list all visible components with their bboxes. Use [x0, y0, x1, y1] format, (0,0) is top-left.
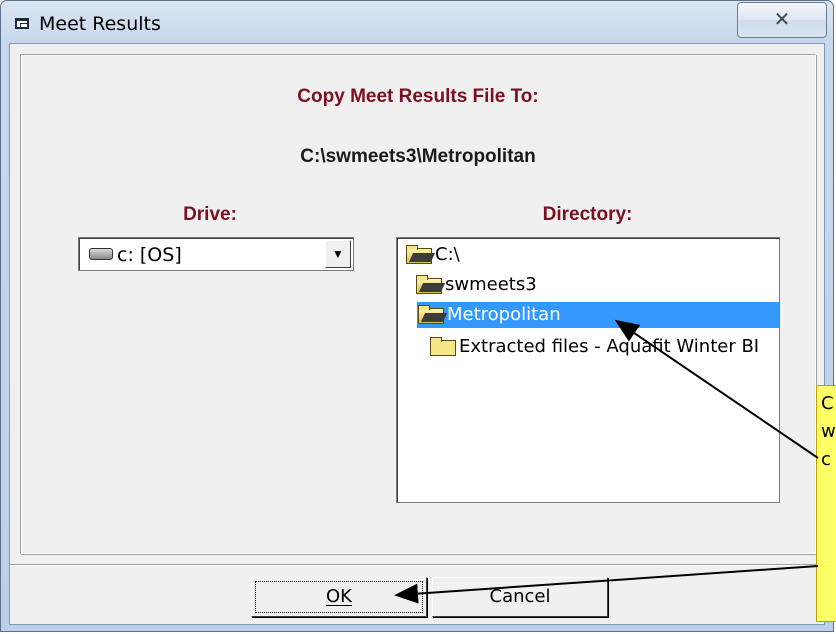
directory-item-metropolitan[interactable]: Metropolitan — [417, 302, 779, 328]
directory-label: Directory: — [542, 204, 633, 225]
drive-label: Drive: — [183, 204, 237, 225]
dialog-body: Copy Meet Results File To: C:\swmeets3\M… — [9, 43, 826, 625]
open-folder-icon — [405, 245, 436, 264]
copy-heading: Copy Meet Results File To: — [297, 86, 539, 107]
callout-line: w — [821, 421, 836, 442]
button-separator — [10, 564, 826, 565]
title-bar[interactable]: Meet Results ✕ — [1, 1, 833, 43]
window-icon — [15, 18, 29, 29]
destination-path: C:\swmeets3\Metropolitan — [300, 146, 536, 167]
open-folder-icon — [417, 305, 448, 324]
drive-select[interactable]: c: [OS] ▼ — [78, 237, 354, 271]
annotation-callout: C w c — [816, 385, 836, 622]
folder-icon — [429, 337, 457, 356]
directory-list[interactable]: C:\ swmeets3 Metropolitan Extracted file… — [396, 237, 780, 503]
window-title: Meet Results — [39, 13, 161, 35]
drive-icon — [89, 248, 113, 260]
directory-item-root[interactable]: C:\ — [405, 242, 460, 268]
close-button[interactable]: ✕ — [737, 2, 827, 38]
open-folder-icon — [415, 275, 446, 294]
dropdown-arrow-icon[interactable]: ▼ — [325, 240, 351, 268]
callout-line: c — [821, 449, 831, 470]
callout-line: C — [821, 393, 834, 414]
drive-selected-value: c: [OS] — [117, 244, 182, 266]
ok-button[interactable]: OK — [251, 577, 427, 617]
cancel-button[interactable]: Cancel — [432, 577, 608, 617]
directory-item-extracted-files[interactable]: Extracted files - Aquafit Winter BI — [429, 334, 759, 360]
meet-results-dialog: Meet Results ✕ Copy Meet Results File To… — [0, 0, 834, 632]
directory-item-swmeets3[interactable]: swmeets3 — [415, 272, 537, 298]
